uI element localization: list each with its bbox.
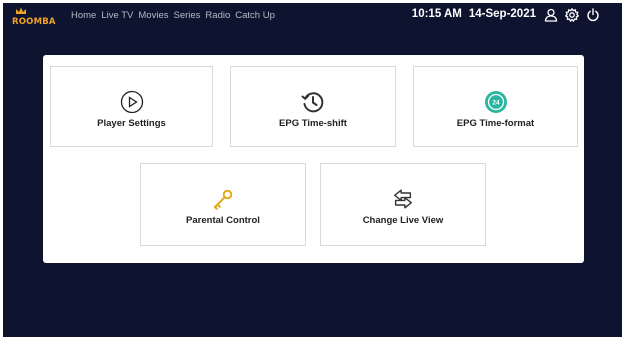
gear-icon[interactable] <box>565 8 579 22</box>
play-circle-icon <box>120 90 144 114</box>
top-bar: ROOMBA Home Live TV Movies Series Radio … <box>3 3 622 29</box>
parental-control-card[interactable]: Parental Control <box>140 163 306 246</box>
nav-movies[interactable]: Movies <box>138 10 168 21</box>
settings-panel: Player Settings EPG Time-shift 24 EPG Ti… <box>43 55 584 263</box>
history-icon <box>301 90 325 114</box>
card-label: EPG Time-format <box>456 118 535 129</box>
badge-text: 24 <box>492 99 500 106</box>
24-hour-icon: 24 <box>484 90 508 114</box>
main-nav: Home Live TV Movies Series Radio Catch U… <box>71 10 275 21</box>
player-settings-card[interactable]: Player Settings <box>50 66 213 147</box>
nav-live-tv[interactable]: Live TV <box>101 10 133 21</box>
app-screen: ROOMBA Home Live TV Movies Series Radio … <box>3 3 622 337</box>
epg-time-shift-card[interactable]: EPG Time-shift <box>230 66 396 147</box>
time-text: 10:15 AM <box>411 8 462 20</box>
nav-series[interactable]: Series <box>173 10 200 21</box>
logo-text: ROOMBA <box>12 17 56 27</box>
nav-home[interactable]: Home <box>71 10 96 21</box>
user-icon[interactable] <box>544 8 558 22</box>
date-text: 14-Sep-2021 <box>468 8 536 20</box>
power-icon[interactable] <box>586 8 600 22</box>
card-label: Player Settings <box>97 118 166 129</box>
card-label: Change Live View <box>362 215 444 226</box>
swap-arrows-icon <box>391 187 415 211</box>
nav-catch-up[interactable]: Catch Up <box>235 10 275 21</box>
card-label: Parental Control <box>186 215 260 226</box>
top-icons <box>544 8 600 22</box>
clock: 10:15 AM 14-Sep-2021 <box>412 8 536 20</box>
card-label: EPG Time-shift <box>279 118 347 129</box>
change-live-view-card[interactable]: Change Live View <box>320 163 486 246</box>
crown-icon <box>16 7 26 14</box>
key-icon <box>211 187 235 211</box>
epg-time-format-card[interactable]: 24 EPG Time-format <box>413 66 578 147</box>
logo[interactable]: ROOMBA <box>12 7 56 27</box>
nav-radio[interactable]: Radio <box>205 10 230 21</box>
